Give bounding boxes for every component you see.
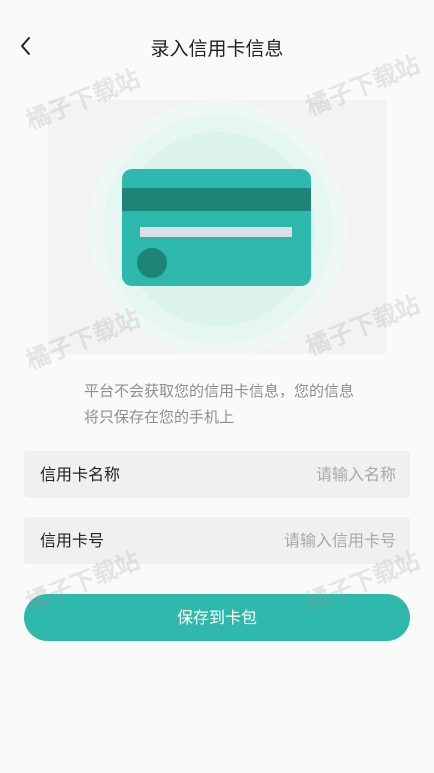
card-name-input[interactable] <box>196 451 396 498</box>
card-number-label: 信用卡号 <box>40 531 105 550</box>
card-illustration <box>48 100 386 354</box>
card-number-input[interactable] <box>196 517 396 564</box>
page-title: 录入信用卡信息 <box>150 38 284 60</box>
card-name-field[interactable]: 信用卡名称 <box>24 451 410 498</box>
top-bar: 录入信用卡信息 <box>0 0 434 96</box>
credit-card-icon <box>89 100 347 354</box>
save-to-wallet-button[interactable]: 保存到卡包 <box>24 594 410 641</box>
card-name-label: 信用卡名称 <box>40 465 121 484</box>
card-number-field[interactable]: 信用卡号 <box>24 517 410 564</box>
privacy-notice: 平台不会获取您的信用卡信息，您的信息将只保存在您的手机上 <box>84 382 355 426</box>
